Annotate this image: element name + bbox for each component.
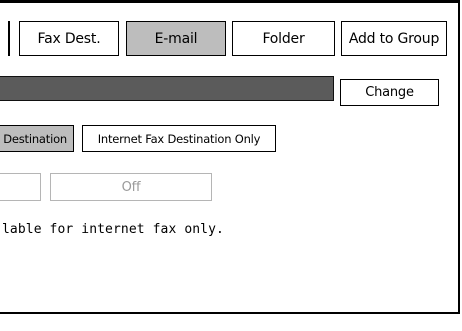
internet-fax-destination-only-label: Internet Fax Destination Only	[97, 131, 261, 146]
change-button-label: Change	[365, 85, 414, 100]
change-button[interactable]: Change	[340, 79, 439, 106]
previous-tab-edge[interactable]	[0, 21, 10, 56]
tab-email[interactable]: E-mail	[126, 21, 226, 56]
name-field[interactable]	[0, 76, 334, 101]
internet-fax-destination-only-button[interactable]: Internet Fax Destination Only	[82, 125, 276, 152]
info-message: lable for internet fax only.	[2, 222, 224, 237]
destination-option-button[interactable]: Destination	[0, 125, 74, 152]
add-to-group-button[interactable]: Add to Group	[341, 21, 447, 56]
add-to-group-label: Add to Group	[348, 30, 440, 47]
toggle-on-button[interactable]	[0, 173, 41, 201]
top-border	[0, 0, 460, 3]
tab-email-label: E-mail	[154, 30, 198, 47]
tab-fax-dest-label: Fax Dest.	[37, 30, 101, 47]
tab-fax-dest[interactable]: Fax Dest.	[19, 21, 119, 56]
tab-folder-label: Folder	[262, 30, 305, 47]
toggle-off-button[interactable]: Off	[50, 173, 212, 201]
toggle-off-label: Off	[121, 179, 141, 195]
tab-folder[interactable]: Folder	[232, 21, 335, 56]
destination-option-label: Destination	[3, 131, 67, 146]
